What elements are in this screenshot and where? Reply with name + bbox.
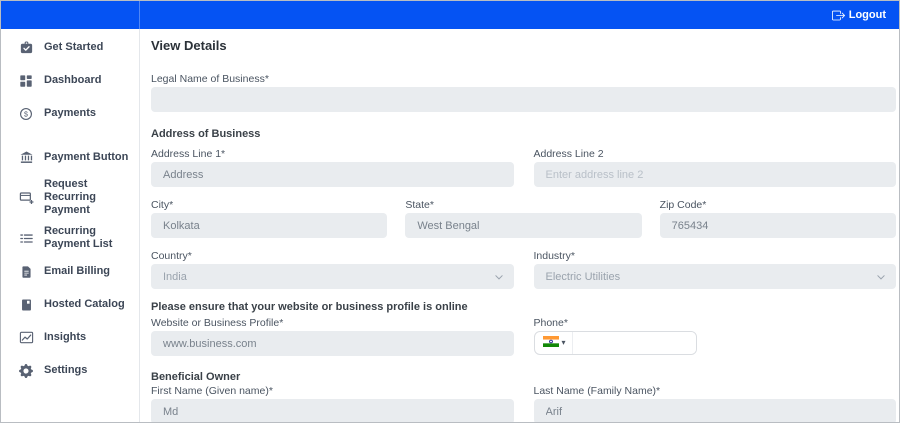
briefcase-check-icon: [18, 40, 34, 56]
last-name-label: Last Name (Family Name)*: [534, 385, 897, 397]
state-input[interactable]: [405, 213, 641, 238]
address-line1-cell: Address Line 1*: [151, 148, 514, 187]
sidebar-item-label: Payment Button: [44, 151, 128, 164]
logout-icon: [832, 9, 845, 22]
address-section-title: Address of Business: [151, 128, 896, 140]
caret-down-icon: ▾: [562, 339, 566, 347]
page-title: View Details: [151, 39, 896, 53]
main-content: View Details Legal Name of Business* Add…: [140, 29, 899, 422]
sidebar-item-get-started[interactable]: Get Started: [1, 31, 139, 64]
industry-cell: Industry* Electric Utilities: [534, 250, 897, 289]
industry-select[interactable]: Electric Utilities: [534, 264, 897, 289]
sidebar-item-label: Dashboard: [44, 74, 101, 87]
beneficial-owner-section-title: Beneficial Owner: [151, 371, 896, 383]
logout-label: Logout: [849, 9, 886, 21]
legal-name-label: Legal Name of Business*: [151, 73, 896, 85]
city-input[interactable]: [151, 213, 387, 238]
website-note: Please ensure that your website or busin…: [151, 301, 896, 313]
country-label: Country*: [151, 250, 514, 262]
legal-name-input[interactable]: [151, 87, 896, 112]
sidebar-item-label: Insights: [44, 331, 86, 344]
app-window: Logout Get Started: [0, 0, 900, 423]
sidebar-item-label: Email Billing: [44, 265, 110, 278]
sidebar-item-payments[interactable]: $ Payments: [1, 97, 139, 130]
website-label: Website or Business Profile*: [151, 317, 514, 329]
address-line1-label: Address Line 1*: [151, 148, 514, 160]
country-select[interactable]: India: [151, 264, 514, 289]
phone-country-selector[interactable]: ▾: [535, 332, 573, 354]
sidebar-item-label: Request Recurring Payment: [44, 178, 133, 217]
state-cell: State*: [405, 199, 641, 238]
last-name-input[interactable]: [534, 399, 897, 422]
address-line2-input[interactable]: [534, 162, 897, 187]
sidebar-item-label: Hosted Catalog: [44, 298, 125, 311]
sidebar-item-settings[interactable]: Settings: [1, 354, 139, 387]
first-name-label: First Name (Given name)*: [151, 385, 514, 397]
website-input[interactable]: [151, 331, 514, 356]
dashboard-grid-icon: [18, 73, 34, 89]
svg-text:$: $: [24, 111, 28, 118]
sidebar-item-recurring-payment-list[interactable]: Recurring Payment List: [1, 221, 139, 255]
india-flag-icon: [543, 334, 559, 352]
bank-icon: [18, 150, 34, 166]
phone-input[interactable]: [573, 332, 696, 354]
sidebar-item-label: Recurring Payment List: [44, 225, 133, 251]
country-cell: Country* India: [151, 250, 514, 289]
currency-circle-icon: $: [18, 106, 34, 122]
address-line2-cell: Address Line 2: [534, 148, 897, 187]
card-plus-icon: [18, 190, 34, 206]
country-select-value: India: [163, 271, 187, 283]
zip-cell: Zip Code*: [660, 199, 896, 238]
city-label: City*: [151, 199, 387, 211]
phone-label: Phone*: [534, 317, 897, 329]
sidebar-item-email-billing[interactable]: Email Billing: [1, 255, 139, 288]
sidebar-item-dashboard[interactable]: Dashboard: [1, 64, 139, 97]
top-header-bar: Logout: [1, 1, 899, 29]
sidebar-item-label: Get Started: [44, 41, 103, 54]
chevron-down-icon: [494, 272, 504, 282]
sidebar-item-label: Payments: [44, 107, 96, 120]
sidebar-item-request-recurring-payment[interactable]: Request Recurring Payment: [1, 174, 139, 221]
industry-label: Industry*: [534, 250, 897, 262]
address-line1-input[interactable]: [151, 162, 514, 187]
state-label: State*: [405, 199, 641, 211]
city-cell: City*: [151, 199, 387, 238]
first-name-cell: First Name (Given name)*: [151, 385, 514, 422]
logout-button[interactable]: Logout: [832, 1, 886, 29]
sidebar: Get Started Dashboard $: [1, 29, 140, 422]
sidebar-nav: Get Started Dashboard $: [1, 29, 139, 387]
address-line2-label: Address Line 2: [534, 148, 897, 160]
sidebar-item-insights[interactable]: Insights: [1, 321, 139, 354]
sidebar-item-label: Settings: [44, 364, 87, 377]
chart-icon: [18, 330, 34, 346]
gear-icon: [18, 363, 34, 379]
website-cell: Website or Business Profile*: [151, 317, 514, 356]
list-icon: [18, 230, 34, 246]
zip-input[interactable]: [660, 213, 896, 238]
phone-field: ▾: [534, 331, 697, 355]
sidebar-item-hosted-catalog[interactable]: Hosted Catalog: [1, 288, 139, 321]
last-name-cell: Last Name (Family Name)*: [534, 385, 897, 422]
book-icon: [18, 297, 34, 313]
phone-cell: Phone* ▾: [534, 317, 897, 356]
industry-select-value: Electric Utilities: [546, 271, 621, 283]
first-name-input[interactable]: [151, 399, 514, 422]
chevron-down-icon: [876, 272, 886, 282]
document-icon: [18, 264, 34, 280]
sidebar-item-payment-button[interactable]: Payment Button: [1, 141, 139, 174]
zip-label: Zip Code*: [660, 199, 896, 211]
